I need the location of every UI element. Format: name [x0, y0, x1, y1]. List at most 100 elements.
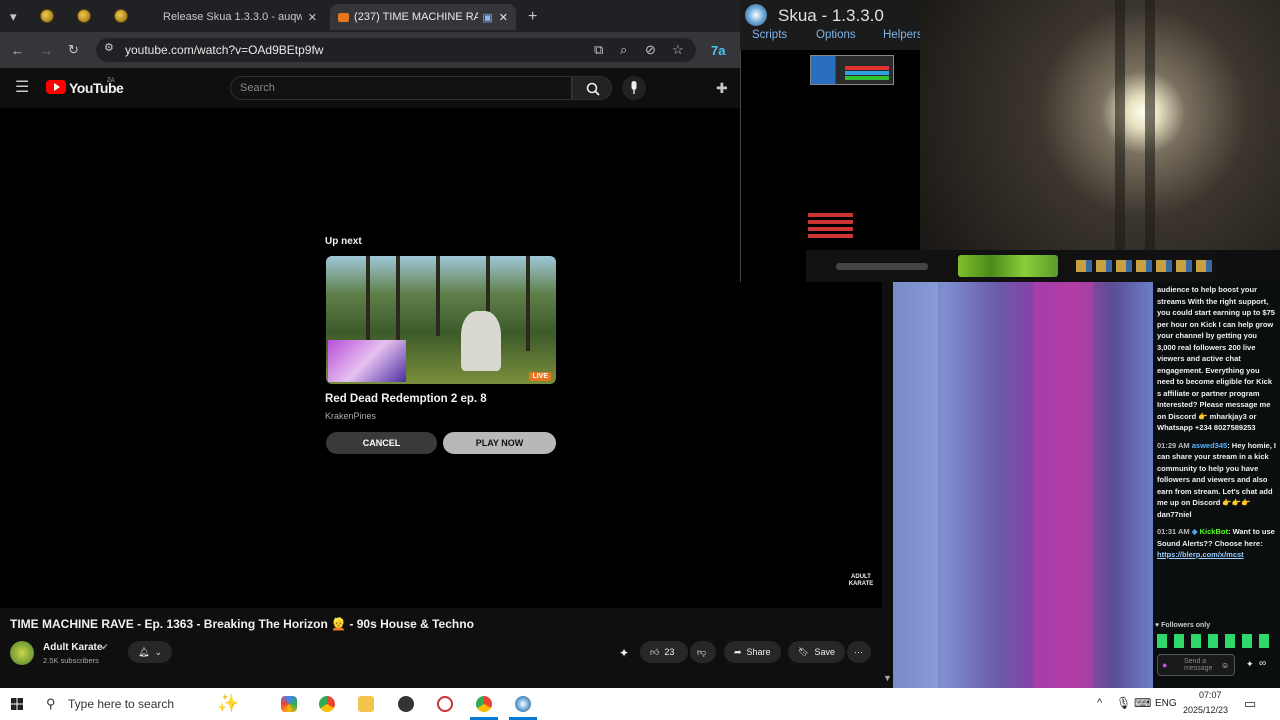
share-button[interactable]: ➦ Share — [724, 641, 781, 663]
search-input[interactable]: Search — [230, 76, 572, 100]
bookmark-star-icon[interactable]: ☆ — [672, 43, 684, 56]
url-text: youtube.com/watch?v=OAd9BEtp9fw — [125, 43, 324, 57]
windows-start-icon[interactable] — [11, 698, 23, 710]
chat-username[interactable]: KickBot — [1200, 527, 1228, 536]
search-icon — [586, 82, 600, 96]
save-label: Save — [814, 647, 835, 657]
voice-search-button[interactable] — [622, 76, 646, 100]
youtube-logo-text[interactable]: YouTube — [69, 80, 124, 96]
menu-icon[interactable]: ☰ — [15, 80, 29, 96]
game-action-bar — [806, 250, 1218, 282]
search-placeholder: Search — [240, 82, 275, 94]
up-next-thumbnail[interactable]: LIVE — [326, 256, 556, 384]
share-icon: ➦ — [734, 646, 742, 657]
youtube-logo-icon[interactable] — [46, 80, 66, 94]
skua-menu-helpers[interactable]: Helpers — [883, 29, 920, 41]
player-hud — [810, 55, 894, 85]
taskbar-search-placeholder: Type here to search — [68, 697, 175, 711]
more-actions-button[interactable]: ⋯ — [847, 641, 871, 663]
live-badge: LIVE — [529, 372, 551, 381]
chat-timestamp: 01:31 AM — [1157, 527, 1190, 536]
video-title: TIME MACHINE RAVE - Ep. 1363 - Breaking … — [10, 617, 474, 631]
tab-label: (237) TIME MACHINE RAVE — [354, 11, 479, 23]
cancel-button[interactable]: CANCEL — [326, 432, 437, 454]
language-indicator[interactable]: ENG — [1155, 698, 1177, 709]
up-next-heading: Up next — [325, 236, 362, 247]
webcam-feed — [920, 0, 1280, 250]
chat-link[interactable]: https://blerp.com/x/mcst — [1157, 550, 1244, 559]
skua-menu-scripts[interactable]: Scripts — [752, 29, 787, 41]
play-now-button[interactable]: PLAY NOW — [443, 432, 556, 454]
microphone-icon[interactable]: ● — [1162, 660, 1167, 672]
up-next-channel[interactable]: KrakenPines — [325, 411, 376, 421]
thumbs-down-icon: 👎︎ — [697, 646, 707, 657]
address-bar[interactable]: ⚙ youtube.com/watch?v=OAd9BEtp9fw ⧉ ⌕ ⊘ … — [96, 38, 696, 62]
copilot-icon[interactable] — [281, 696, 297, 712]
file-explorer-icon[interactable] — [358, 696, 374, 712]
notification-bell-button[interactable]: 🔔︎ ⌄ — [128, 641, 172, 663]
notification-icon[interactable]: ▭ — [1244, 696, 1256, 712]
channel-watermark: ADULT KARATE — [848, 574, 874, 587]
steam-icon[interactable] — [398, 696, 414, 712]
channel-avatar[interactable] — [10, 641, 34, 665]
clock-date[interactable]: 2025/12/23 — [1183, 705, 1228, 715]
infinity-icon[interactable]: ∞ — [1259, 658, 1266, 670]
chrome-icon[interactable] — [476, 696, 492, 712]
skill-slots[interactable] — [958, 255, 1058, 277]
search-button[interactable] — [572, 76, 612, 100]
chat-timestamp: 01:29 AM — [1157, 440, 1190, 450]
close-tab-icon[interactable]: ✕ — [308, 11, 317, 24]
share-label: Share — [746, 647, 771, 657]
up-next-title[interactable]: Red Dead Redemption 2 ep. 8 — [325, 393, 487, 405]
chevron-up-icon[interactable]: ^ — [1097, 697, 1102, 709]
emote-bar[interactable] — [1157, 634, 1275, 648]
tab-youtube[interactable]: (237) TIME MACHINE RAVE ▣ ✕ — [330, 4, 516, 30]
skua-title: Skua - 1.3.3.0 — [778, 6, 884, 25]
gift-icon[interactable]: ✦ — [1246, 659, 1254, 671]
install-icon[interactable]: ⧉ — [594, 43, 603, 56]
chat-username[interactable]: aswed345 — [1192, 441, 1227, 450]
sparkle-icon: ✨ — [217, 693, 240, 713]
emoji-icon[interactable]: ☺ — [1221, 660, 1229, 672]
create-icon[interactable]: ✚ — [716, 81, 728, 95]
stream-video — [893, 282, 1153, 688]
back-icon[interactable]: ← — [11, 44, 24, 57]
network-icon[interactable]: ⌨ — [1134, 696, 1151, 710]
app-icon[interactable] — [437, 696, 453, 712]
zoom-icon[interactable]: ⌕ — [620, 43, 627, 56]
pinned-tab-icon[interactable] — [77, 9, 91, 23]
save-button[interactable]: 🔖︎ Save — [788, 641, 845, 663]
extension-icon[interactable]: 7a — [711, 44, 725, 57]
new-tab-icon[interactable]: + — [528, 9, 537, 25]
browser-toolbar: ← → ↻ ⚙ youtube.com/watch?v=OAd9BEtp9fw … — [0, 32, 740, 68]
close-tab-icon[interactable]: ✕ — [499, 11, 508, 24]
game-menu-icons[interactable] — [1076, 260, 1216, 272]
scroll-down-icon[interactable]: ▼ — [883, 673, 892, 683]
chrome-icon[interactable] — [319, 696, 335, 712]
dislike-button[interactable]: 👎︎ — [690, 641, 716, 663]
send-placeholder: Send a message — [1184, 658, 1213, 672]
site-info-icon[interactable]: ⚙ — [104, 43, 114, 54]
clock-time[interactable]: 07:07 — [1199, 690, 1222, 700]
reload-icon[interactable]: ↻ — [68, 43, 79, 56]
bot-badge-icon: ◈ — [1191, 527, 1198, 536]
horse-image — [461, 311, 501, 371]
extension-icon[interactable]: ✦ — [619, 646, 629, 660]
followers-only-notice: ♥ Followers only — [1155, 620, 1210, 632]
pinned-tab-icon[interactable] — [114, 9, 128, 23]
microphone-icon[interactable]: 🎙︎ — [1116, 696, 1131, 710]
chat-input[interactable]: ● Send a message ☺ — [1157, 654, 1235, 676]
media-icon[interactable]: ▣ — [482, 11, 492, 24]
pinned-tab-icon[interactable] — [40, 9, 54, 23]
verified-icon: ✔ — [101, 642, 109, 652]
channel-name[interactable]: Adult Karate — [43, 642, 102, 653]
like-button[interactable]: 👍︎ 23 — [640, 641, 688, 663]
skua-title-bar: Skua - 1.3.3.0 Scripts Options Helpers — [740, 0, 920, 50]
skua-taskbar-icon[interactable] — [515, 696, 531, 712]
forward-icon[interactable]: → — [40, 44, 53, 57]
more-icon: ⋯ — [854, 646, 863, 657]
skua-menu-options[interactable]: Options — [816, 29, 856, 41]
tab-skua-release[interactable]: Release Skua 1.3.3.0 - auqw/Sk ✕ — [155, 4, 325, 30]
tab-search-icon[interactable]: ▾ — [10, 10, 17, 23]
eye-off-icon[interactable]: ⊘ — [645, 43, 656, 56]
